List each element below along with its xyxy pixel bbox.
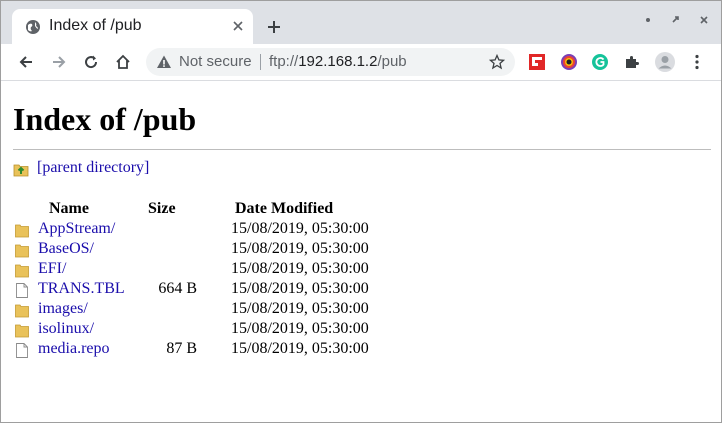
color-picker-extension-icon[interactable]	[560, 53, 578, 71]
url-text[interactable]: ftp://192.168.1.2/pub	[269, 53, 407, 70]
page-content: Index of /pub [parent directory] Name Si…	[1, 81, 721, 422]
column-header-date: Date Modified	[235, 200, 334, 217]
close-icon[interactable]	[229, 17, 247, 35]
file-date: 15/08/2019, 05:30:00	[231, 320, 369, 337]
folder-icon	[15, 243, 29, 258]
column-header-name: Name	[49, 200, 89, 217]
toolbar: Not secure ftp://192.168.1.2/pub	[1, 44, 721, 81]
home-icon[interactable]	[112, 51, 134, 73]
file-link[interactable]: EFI/	[38, 260, 66, 278]
file-link[interactable]: isolinux/	[38, 320, 94, 338]
table-row: media.repo 87 B 15/08/2019, 05:30:00	[1, 340, 401, 360]
bookmark-star-icon[interactable]	[488, 53, 506, 71]
folder-icon	[15, 223, 29, 238]
table-row: EFI/ 15/08/2019, 05:30:00	[1, 260, 401, 280]
window-close-icon[interactable]	[695, 11, 713, 29]
table-row: images/ 15/08/2019, 05:30:00	[1, 300, 401, 320]
globe-icon	[25, 19, 41, 35]
table-row: isolinux/ 15/08/2019, 05:30:00	[1, 320, 401, 340]
table-row: AppStream/ 15/08/2019, 05:30:00	[1, 220, 401, 240]
file-icon	[15, 283, 29, 298]
plus-icon[interactable]	[263, 16, 285, 38]
folder-up-icon[interactable]	[13, 161, 29, 177]
table-row: TRANS.TBL 664 B 15/08/2019, 05:30:00	[1, 280, 401, 300]
file-link[interactable]: media.repo	[38, 340, 110, 358]
file-link[interactable]: TRANS.TBL	[38, 280, 125, 298]
column-header-size: Size	[148, 200, 176, 217]
grammarly-extension-icon[interactable]	[591, 53, 609, 71]
file-link[interactable]: AppStream/	[38, 220, 115, 238]
flipboard-extension-icon[interactable]	[528, 53, 546, 71]
file-date: 15/08/2019, 05:30:00	[231, 280, 369, 297]
file-date: 15/08/2019, 05:30:00	[231, 340, 369, 357]
profile-avatar-icon[interactable]	[654, 51, 676, 73]
maximize-icon[interactable]	[667, 11, 685, 29]
file-size: 664 B	[158, 280, 197, 297]
file-date: 15/08/2019, 05:30:00	[231, 240, 369, 257]
reload-icon[interactable]	[80, 51, 102, 73]
extensions-puzzle-icon[interactable]	[623, 53, 641, 71]
forward-arrow-icon[interactable]	[48, 51, 70, 73]
browser-window: Index of /pub Not secure ftp://192.168.1…	[0, 0, 722, 423]
page-title: Index of /pub	[13, 101, 197, 137]
tab-title: Index of /pub	[49, 17, 142, 34]
omnibox-separator	[260, 54, 261, 70]
warning-icon[interactable]	[156, 54, 172, 70]
file-date: 15/08/2019, 05:30:00	[231, 260, 369, 277]
file-size: 87 B	[166, 340, 197, 357]
file-date: 15/08/2019, 05:30:00	[231, 220, 369, 237]
minimize-icon[interactable]	[639, 11, 657, 29]
folder-icon	[15, 303, 29, 318]
divider	[13, 149, 711, 150]
folder-icon	[15, 323, 29, 338]
table-row: BaseOS/ 15/08/2019, 05:30:00	[1, 240, 401, 260]
tab-index-of-pub[interactable]: Index of /pub	[12, 9, 253, 44]
more-menu-icon[interactable]	[688, 53, 706, 71]
address-bar[interactable]: Not secure ftp://192.168.1.2/pub	[146, 48, 515, 76]
file-date: 15/08/2019, 05:30:00	[231, 300, 369, 317]
security-label[interactable]: Not secure	[179, 53, 252, 70]
file-link[interactable]: images/	[38, 300, 88, 318]
tab-strip: Index of /pub	[1, 1, 721, 44]
back-arrow-icon[interactable]	[15, 51, 37, 73]
file-icon	[15, 343, 29, 358]
parent-directory-link[interactable]: [parent directory]	[37, 159, 149, 177]
file-link[interactable]: BaseOS/	[38, 240, 94, 258]
folder-icon	[15, 263, 29, 278]
